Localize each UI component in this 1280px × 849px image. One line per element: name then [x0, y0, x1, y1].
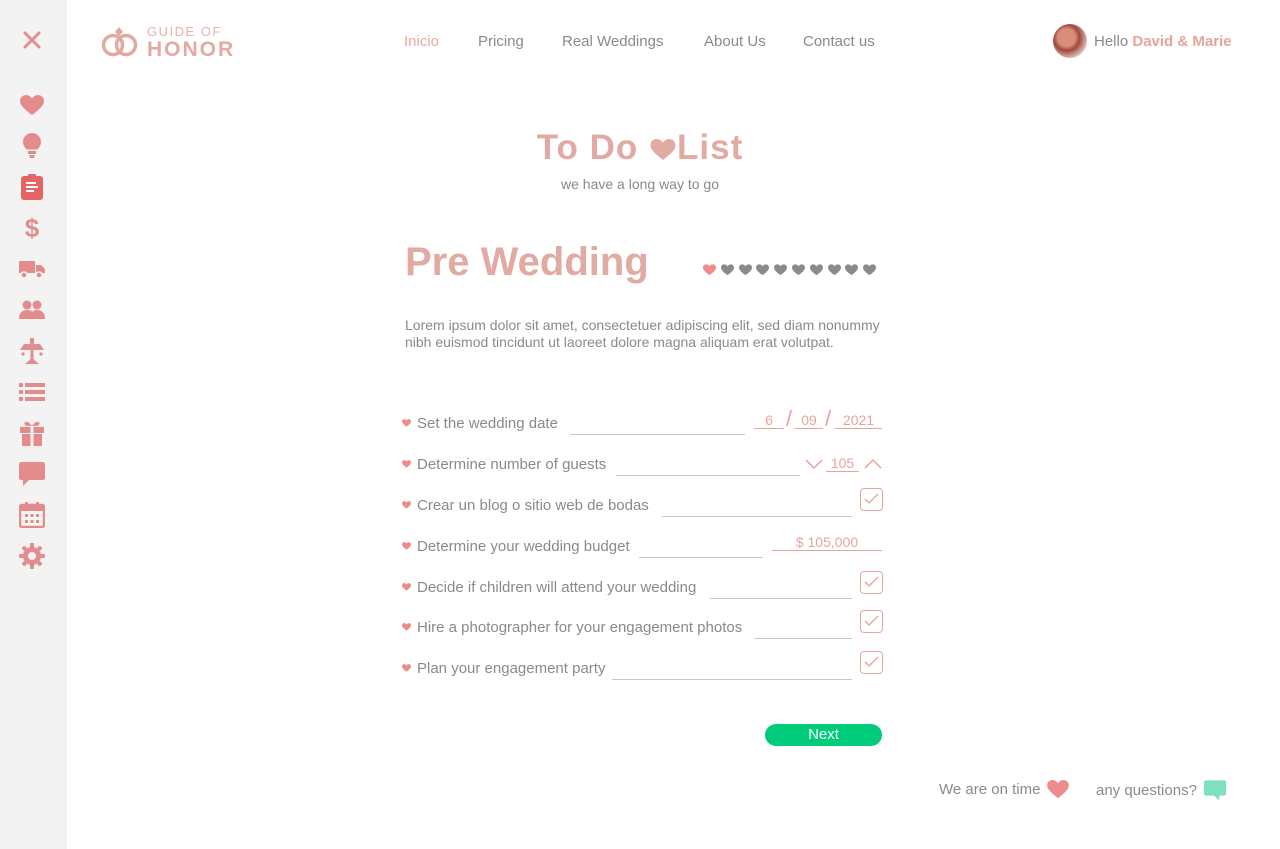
task-line: [639, 557, 763, 558]
task-line: [754, 638, 852, 639]
section-description: Lorem ipsum dolor sit amet, consectetuer…: [405, 317, 880, 350]
task-line: [710, 598, 852, 599]
progress-heart-icon: [845, 264, 859, 276]
close-icon[interactable]: [19, 27, 45, 53]
list-icon[interactable]: [19, 379, 45, 405]
day-field[interactable]: 6: [754, 412, 784, 429]
task-row: Decide if children will attend your wedd…: [402, 571, 884, 599]
user-greeting: Hello David & Marie: [1094, 33, 1232, 50]
title-part2: List: [677, 128, 744, 167]
nav-about-us[interactable]: About Us: [704, 33, 766, 50]
progress-heart-icon: [863, 264, 877, 276]
task-label: Determine number of guests: [417, 456, 607, 473]
title-part1: To Do: [536, 128, 639, 167]
nav-pricing[interactable]: Pricing: [478, 33, 524, 50]
calendar-icon[interactable]: [19, 502, 45, 528]
task-checkbox[interactable]: [860, 610, 883, 633]
task-checkbox[interactable]: [860, 488, 883, 511]
task-line: [616, 475, 800, 476]
brand-bottom: HONOR: [147, 37, 236, 61]
budget-field[interactable]: $ 105,000: [772, 534, 882, 551]
section-title: Pre Wedding: [405, 240, 649, 284]
progress-heart-icon: [827, 264, 841, 276]
chat-bubble-icon[interactable]: [1203, 780, 1226, 801]
svg-text:$: $: [25, 215, 40, 241]
on-time-status: We are on time: [939, 780, 1070, 799]
nav-inicio[interactable]: Inicio: [404, 33, 439, 50]
cake-icon[interactable]: [19, 338, 45, 364]
bullet-heart-icon: [402, 419, 411, 427]
chevron-down-icon[interactable]: [804, 457, 824, 471]
task-label: Plan your engagement party: [417, 660, 606, 677]
bullet-heart-icon: [402, 501, 411, 509]
task-label: Decide if children will attend your wedd…: [417, 579, 697, 596]
page-subtitle: we have a long way to go: [561, 176, 719, 192]
greeting-text: Hello: [1094, 32, 1129, 50]
rings-icon: [101, 27, 138, 57]
task-label: Hire a photographer for your engagement …: [417, 619, 743, 636]
year-field[interactable]: 2021: [835, 412, 882, 429]
task-row: Set the wedding date 6 / 09 / 2021: [402, 406, 884, 435]
brand-logo[interactable]: GUIDE OF HONOR: [101, 24, 235, 60]
task-row: Hire a photographer for your engagement …: [402, 610, 884, 639]
progress-hearts: [703, 264, 881, 276]
task-row: Crear un blog o sitio web de bodas: [402, 488, 884, 517]
progress-heart-filled-icon: [703, 264, 716, 276]
bullet-heart-icon: [402, 460, 411, 468]
date-separator: /: [786, 406, 793, 431]
task-line: [662, 516, 852, 517]
task-label: Determine your wedding budget: [417, 538, 630, 555]
progress-heart-icon: [738, 264, 752, 276]
task-checkbox[interactable]: [860, 571, 883, 594]
month-field[interactable]: 09: [795, 412, 823, 429]
task-label: Set the wedding date: [417, 415, 558, 432]
nav-contact-us[interactable]: Contact us: [803, 33, 875, 50]
questions-link[interactable]: any questions?: [1096, 780, 1226, 801]
progress-heart-icon: [809, 264, 823, 276]
check-icon: [864, 656, 879, 667]
progress-heart-icon: [756, 264, 770, 276]
progress-heart-icon: [774, 264, 788, 276]
gift-icon[interactable]: [19, 420, 45, 446]
task-row: Determine number of guests 105: [402, 453, 884, 476]
date-separator: /: [825, 406, 832, 431]
task-row: Determine your wedding budget $ 105,000: [402, 534, 884, 558]
gear-icon[interactable]: [19, 543, 45, 569]
next-button[interactable]: Next: [765, 724, 882, 746]
task-checkbox[interactable]: [860, 651, 883, 674]
guests-field[interactable]: 105: [826, 455, 859, 472]
chat-icon[interactable]: [19, 461, 45, 487]
task-line: [612, 679, 852, 680]
avatar[interactable]: [1053, 24, 1087, 58]
dollar-icon[interactable]: $: [19, 215, 45, 241]
progress-heart-icon: [720, 264, 734, 276]
bullet-heart-icon: [402, 664, 411, 672]
status-text: We are on time: [939, 781, 1041, 798]
user-menu[interactable]: Hello David & Marie: [1053, 24, 1232, 58]
progress-heart-icon: [791, 264, 805, 276]
user-name: David & Marie: [1132, 32, 1232, 50]
heart-icon: [1047, 780, 1070, 799]
truck-icon[interactable]: [19, 256, 45, 282]
check-icon: [864, 493, 879, 504]
questions-text: any questions?: [1096, 782, 1197, 799]
task-label: Crear un blog o sitio web de bodas: [417, 497, 649, 514]
task-row: Plan your engagement party: [402, 651, 884, 680]
bullet-heart-icon: [402, 623, 411, 631]
heart-icon[interactable]: [19, 92, 45, 118]
brand-top: GUIDE OF: [147, 23, 222, 39]
title-heart-icon: [650, 139, 676, 160]
check-icon: [864, 615, 879, 626]
bullet-heart-icon: [402, 542, 411, 550]
task-line: [570, 434, 745, 435]
page-title: To Do List: [0, 128, 1280, 168]
nav-real-weddings[interactable]: Real Weddings: [562, 33, 663, 50]
chevron-up-icon[interactable]: [863, 457, 883, 471]
check-icon: [864, 576, 879, 587]
bullet-heart-icon: [402, 583, 411, 591]
users-icon[interactable]: [19, 297, 45, 323]
